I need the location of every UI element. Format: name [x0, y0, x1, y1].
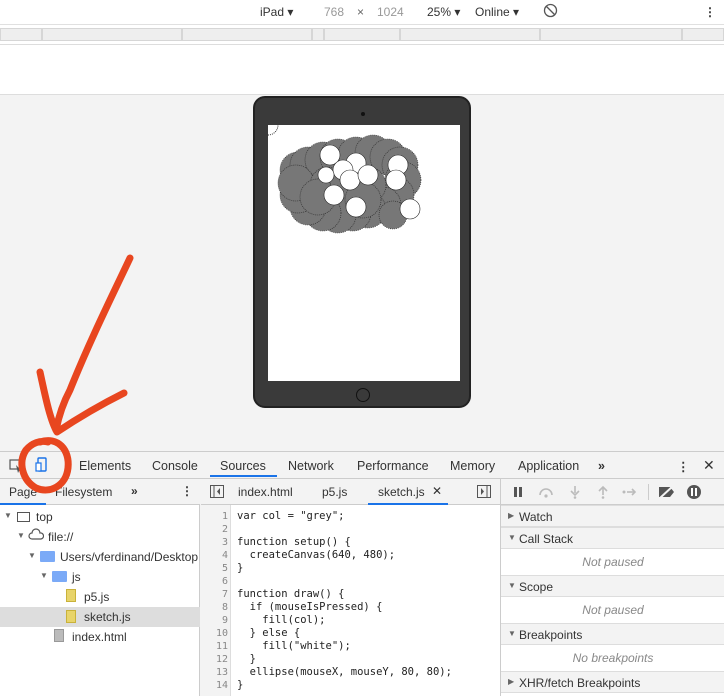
red-arrow-annotation — [18, 254, 134, 494]
